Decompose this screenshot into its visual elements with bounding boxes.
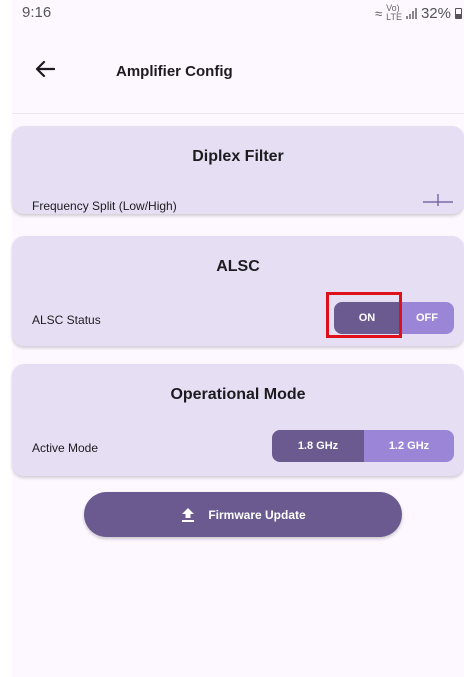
mode-1-2ghz-button[interactable]: 1.2 GHz: [364, 430, 454, 462]
page-title: Amplifier Config: [116, 63, 233, 80]
diplex-filter-title: Diplex Filter: [192, 148, 284, 165]
battery-percent: 32%: [420, 4, 451, 22]
firmware-update-button[interactable]: Firmware Update: [84, 492, 402, 537]
wifi-calling-icon: ≈: [374, 5, 383, 21]
status-time: 9:16: [22, 4, 52, 21]
alsc-title: ALSC: [216, 258, 260, 275]
alsc-card: ALSC ALSC Status ON OFF: [12, 236, 464, 346]
back-arrow-button[interactable]: [32, 56, 58, 82]
frequency-split-label: Frequency Split (Low/High): [32, 199, 177, 213]
firmware-update-label: Firmware Update: [208, 507, 306, 522]
alsc-on-button[interactable]: ON: [334, 302, 400, 334]
alsc-status-label: ALSC Status: [32, 313, 101, 327]
diplex-filter-card: Diplex Filter Frequency Split (Low/High): [12, 126, 464, 214]
app-screen: 9:16 ≈ Vo) LTE 32% Amplifier Config Dipl…: [12, 0, 464, 677]
mode-1-8ghz-button[interactable]: 1.8 GHz: [272, 430, 364, 462]
header-divider: [12, 113, 464, 114]
app-bar: Amplifier Config: [12, 52, 464, 92]
mode-toggle: 1.8 GHz 1.2 GHz: [272, 430, 454, 462]
operational-mode-card: Operational Mode Active Mode 1.8 GHz 1.2…: [12, 364, 464, 476]
upload-icon: [180, 507, 196, 523]
signal-icon: [405, 7, 417, 19]
alsc-toggle: ON OFF: [334, 302, 454, 334]
active-mode-label: Active Mode: [32, 441, 99, 455]
status-bar: 9:16 ≈ Vo) LTE 32%: [12, 0, 464, 28]
network-type: Vo) LTE: [386, 3, 402, 22]
frequency-split-slider[interactable]: [423, 192, 453, 208]
arrow-left-icon: [35, 60, 55, 78]
battery-icon: [455, 7, 462, 19]
operational-mode-title: Operational Mode: [170, 386, 306, 403]
status-icons: ≈ Vo) LTE 32%: [375, 4, 462, 22]
slider-track-icon: [423, 194, 453, 206]
alsc-off-button[interactable]: OFF: [400, 302, 454, 334]
